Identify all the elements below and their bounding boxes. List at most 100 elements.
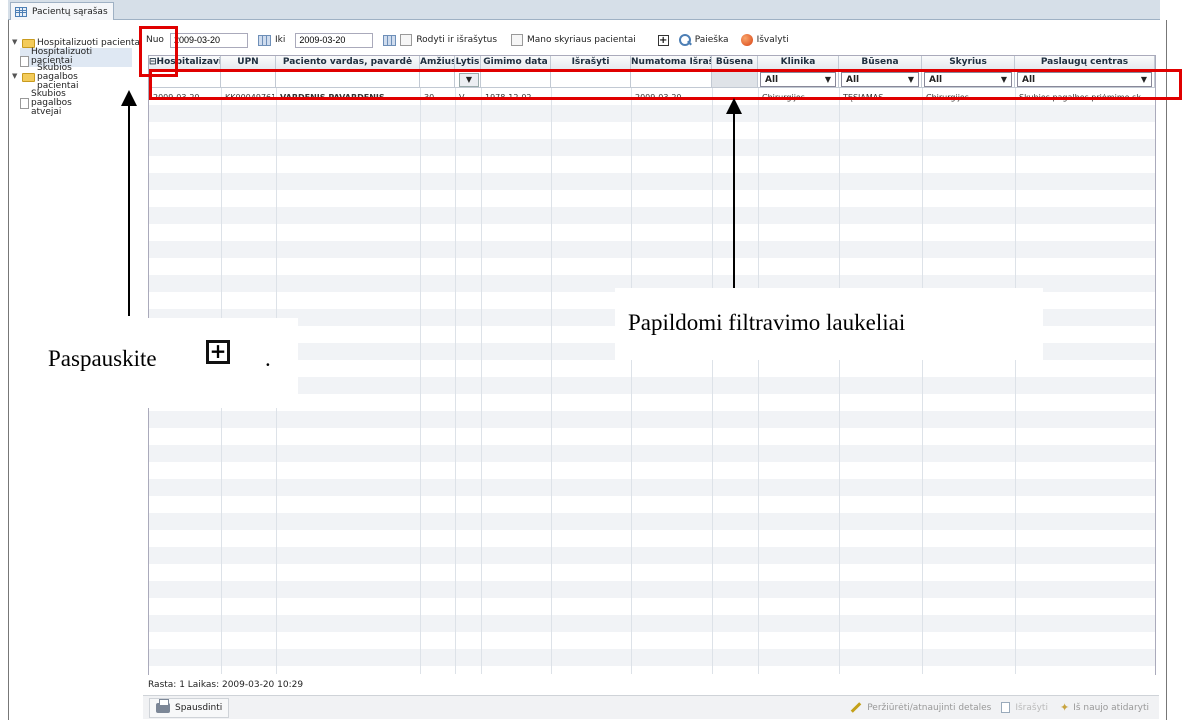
column-divider [712, 70, 713, 674]
details-button[interactable]: Peržiūrėti/atnaujinti detales [867, 703, 991, 713]
reopen-icon: ✦ [1059, 701, 1070, 714]
column-header[interactable]: UPN [221, 56, 276, 70]
column-divider [455, 70, 456, 674]
caret-down-icon[interactable]: ▼ [12, 72, 20, 80]
callout-extra-filters: Papildomi filtravimo laukeliai [615, 288, 1043, 360]
table-row[interactable] [149, 530, 1155, 547]
filter-bar: Nuo Iki Rodyti ir išrašytus Mano skyriau… [140, 30, 1156, 50]
column-header[interactable]: Paslaugų centras [1015, 56, 1155, 70]
print-button[interactable]: Spausdinti [149, 697, 230, 718]
table-row[interactable] [149, 207, 1155, 224]
table-row[interactable] [149, 139, 1155, 156]
table-row[interactable] [149, 445, 1155, 462]
arrow-to-plus [128, 104, 130, 316]
status-text: Rasta: 1 Laikas: 2009-03-20 10:29 [148, 680, 304, 690]
window-border-left [8, 20, 9, 720]
patient-table: ⊟HospitalizavimoUPNPaciento vardas, pava… [148, 55, 1156, 683]
column-divider [758, 70, 759, 674]
table-row[interactable] [149, 190, 1155, 207]
discharge-button[interactable]: Išrašyti [1015, 703, 1048, 713]
table-row[interactable] [149, 360, 1155, 377]
table-row[interactable] [149, 156, 1155, 173]
column-header[interactable]: Numatoma Išraš [631, 56, 712, 70]
table-row[interactable] [149, 462, 1155, 479]
table-row[interactable] [149, 632, 1155, 649]
column-header[interactable]: Klinika [758, 56, 839, 70]
column-header[interactable]: Skyrius [922, 56, 1015, 70]
tree-item-emergency-cases[interactable]: Skubios pagalbos atvejai [20, 90, 101, 117]
table-row[interactable] [149, 479, 1155, 496]
tree-item-label: Skubios pagalbos atvejai [31, 89, 72, 117]
plus-square-icon: + [206, 340, 230, 364]
clear-button[interactable]: Išvalyti [757, 35, 789, 45]
table-row[interactable] [149, 564, 1155, 581]
from-date-input[interactable] [169, 32, 248, 48]
column-divider [420, 70, 421, 674]
show-discharged-checkbox[interactable] [400, 34, 413, 46]
caret-down-icon[interactable]: ▼ [12, 38, 20, 46]
table-row[interactable] [149, 241, 1155, 258]
column-header[interactable]: Paciento vardas, pavardė [276, 56, 420, 70]
column-divider [551, 70, 552, 674]
column-divider [631, 70, 632, 674]
arrow-to-filters [733, 112, 735, 288]
search-icon[interactable] [678, 34, 691, 46]
reopen-button[interactable]: Iš naujo atidaryti [1073, 703, 1149, 713]
show-discharged-label: Rodyti ir išrašytus [416, 35, 498, 45]
column-header[interactable]: Būsena [839, 56, 922, 70]
column-divider [1015, 70, 1016, 674]
column-header[interactable]: Amžius [420, 56, 455, 70]
callout-press-plus: Paspauskite + . [40, 318, 298, 408]
column-header[interactable]: Gimimo data [481, 56, 551, 70]
table-row[interactable] [149, 649, 1155, 666]
document-icon [20, 56, 29, 67]
column-header[interactable]: Išrašyti [551, 56, 631, 70]
table-row[interactable] [149, 581, 1155, 598]
to-date-input[interactable] [295, 32, 374, 48]
calendar-icon[interactable] [257, 34, 271, 46]
table-row[interactable] [149, 122, 1155, 139]
table-row[interactable] [149, 513, 1155, 530]
arrow-head [726, 98, 742, 114]
pencil-icon [850, 702, 862, 713]
tab-label: Pacientų sąrašas [32, 6, 108, 17]
table-row[interactable] [149, 258, 1155, 275]
callout-text: Papildomi filtravimo laukeliai [628, 310, 906, 335]
column-divider [922, 70, 923, 674]
print-label: Spausdinti [175, 702, 223, 713]
folder-icon [22, 73, 35, 82]
tab-patient-list[interactable]: Pacientų sąrašas [10, 2, 114, 20]
table-row[interactable] [149, 615, 1155, 632]
table-row[interactable] [149, 394, 1155, 411]
column-header[interactable]: Lytis [455, 56, 481, 70]
to-label: Iki [274, 35, 286, 45]
table-row[interactable] [149, 411, 1155, 428]
my-department-checkbox[interactable] [511, 34, 524, 46]
table-row[interactable] [149, 105, 1155, 122]
clear-icon[interactable] [740, 34, 753, 46]
table-row[interactable] [149, 173, 1155, 190]
table-row[interactable] [149, 547, 1155, 564]
callout-text: . [265, 346, 271, 371]
table-row[interactable] [149, 377, 1155, 394]
tree-item-label: Skubios pagalbos pacientai [37, 63, 79, 91]
my-department-label: Mano skyriaus pacientai [527, 35, 636, 45]
table-row[interactable] [149, 428, 1155, 445]
table-row[interactable] [149, 496, 1155, 513]
grid-icon [15, 6, 27, 17]
printer-icon [156, 698, 170, 713]
callout-text: Paspauskite [48, 346, 157, 371]
table-row[interactable] [149, 598, 1155, 615]
window-border-right [1166, 20, 1167, 720]
column-divider [481, 70, 482, 674]
expand-filters-plus-icon[interactable]: + [657, 34, 669, 46]
table-row[interactable] [149, 224, 1155, 241]
column-header[interactable]: Būsena [712, 56, 758, 70]
search-button[interactable]: Paieška [695, 35, 729, 45]
document-icon [20, 98, 29, 109]
column-divider [839, 70, 840, 674]
discharge-icon [1001, 702, 1011, 713]
highlight-filter-row [149, 69, 1182, 100]
tab-bar: Pacientų sąrašas [8, 0, 1160, 20]
calendar-icon[interactable] [383, 34, 397, 46]
